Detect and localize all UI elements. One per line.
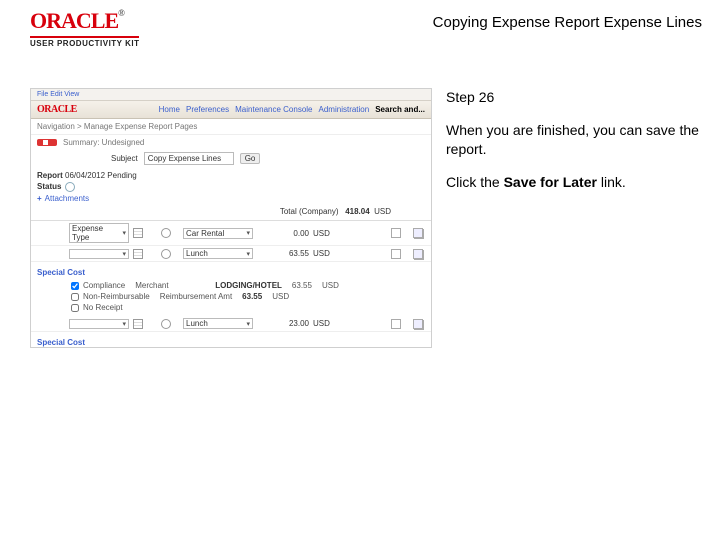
details-icon[interactable] xyxy=(391,228,401,238)
row-amount: 63.55 xyxy=(292,281,312,290)
instruction-paragraph: When you are finished, you can save the … xyxy=(446,121,706,159)
search-icon[interactable] xyxy=(161,228,171,238)
expense-type-select[interactable]: Lunch xyxy=(183,248,253,259)
nav-maint[interactable]: Maintenance Console xyxy=(235,105,312,114)
subject-label: Subject xyxy=(111,154,138,163)
embedded-screenshot: File Edit View ORACLE Home Preferences M… xyxy=(30,88,432,348)
copy-icon[interactable] xyxy=(413,249,423,259)
search-icon[interactable] xyxy=(161,249,171,259)
nav-prefs[interactable]: Preferences xyxy=(186,105,229,114)
instruction-panel: Step 26 When you are finished, you can s… xyxy=(446,88,706,348)
top-nav: Home Preferences Maintenance Console Adm… xyxy=(159,105,425,114)
step-label: Step 26 xyxy=(446,88,706,107)
table-row: Lunch 63.55 USD xyxy=(31,246,431,262)
report-label: Report xyxy=(37,171,63,180)
primary-action-button[interactable] xyxy=(37,139,57,146)
breadcrumb: Navigation > Manage Expense Report Pages xyxy=(31,119,431,135)
expense-type-select[interactable]: Lunch xyxy=(183,318,253,329)
instruction-action: Click the Save for Later link. xyxy=(446,173,706,192)
amount-cell: 0.00 xyxy=(257,229,309,238)
nav-search[interactable]: Search and... xyxy=(375,105,425,114)
row-currency: USD xyxy=(322,281,339,290)
merchant-value: LODGING/HOTEL xyxy=(215,281,282,290)
amount-cell: 63.55 xyxy=(257,249,309,258)
status-label: Status xyxy=(37,182,61,191)
totals-amount: 418.04 xyxy=(345,207,369,216)
calendar-icon[interactable] xyxy=(133,319,143,329)
calendar-icon[interactable] xyxy=(133,228,143,238)
search-icon[interactable] xyxy=(161,319,171,329)
save-for-later-link-text: Save for Later xyxy=(504,174,597,190)
merchant-label: Merchant xyxy=(135,281,205,290)
currency-cell: USD xyxy=(313,319,353,328)
summary-label: Summary: Undesigned xyxy=(63,138,144,147)
detail-block: Compliance Merchant LODGING/HOTEL 63.55 … xyxy=(31,279,431,316)
product-text: USER PRODUCTIVITY KIT xyxy=(30,39,139,48)
totals-currency: USD xyxy=(374,207,391,216)
oracle-logo: ORACLE® USER PRODUCTIVITY KIT xyxy=(30,8,139,48)
currency-cell: USD xyxy=(313,229,353,238)
mini-oracle-logo: ORACLE xyxy=(37,104,77,115)
calendar-icon[interactable] xyxy=(133,249,143,259)
section-title: Special Cost xyxy=(37,338,85,347)
details-icon[interactable] xyxy=(391,249,401,259)
reimb-value: 63.55 xyxy=(242,292,262,301)
table-row: Lunch 23.00 USD xyxy=(31,316,431,332)
section-title: Special Cost xyxy=(37,268,85,277)
attachments-link[interactable]: Attachments xyxy=(37,194,137,203)
currency-cell: USD xyxy=(313,249,353,258)
totals-label: Total (Company) xyxy=(280,207,339,216)
table-row: Expense Type Car Rental 0.00 USD xyxy=(31,221,431,246)
subject-input[interactable]: Copy Expense Lines xyxy=(144,152,234,165)
go-button[interactable]: Go xyxy=(240,153,261,164)
expense-type-select[interactable]: Car Rental xyxy=(183,228,253,239)
nav-admin[interactable]: Administration xyxy=(319,105,370,114)
compliance-checkbox[interactable]: Compliance xyxy=(71,281,125,290)
copy-icon[interactable] xyxy=(413,228,423,238)
page-title: Copying Expense Report Expense Lines xyxy=(433,8,706,31)
noreceipt-checkbox[interactable]: No Receipt xyxy=(71,303,425,312)
copy-icon[interactable] xyxy=(413,319,423,329)
type-select[interactable] xyxy=(69,249,129,259)
browser-tabbar: File Edit View xyxy=(31,89,431,101)
brand-text: ORACLE xyxy=(30,8,118,33)
reimb-label: Reimbursement Amt xyxy=(160,292,232,301)
type-select[interactable] xyxy=(69,319,129,329)
report-value: 06/04/2012 Pending xyxy=(65,171,137,180)
nav-home[interactable]: Home xyxy=(159,105,180,114)
type-select[interactable]: Expense Type xyxy=(69,223,129,243)
nonreimb-checkbox[interactable]: Non-Reimbursable xyxy=(71,292,150,301)
amount-cell: 23.00 xyxy=(257,319,309,328)
details-icon[interactable] xyxy=(391,319,401,329)
